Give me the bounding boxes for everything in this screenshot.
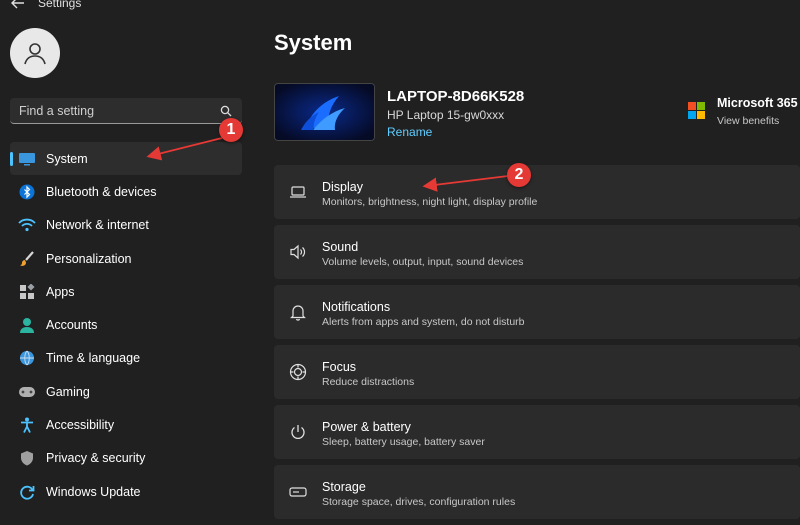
sidebar-item-label: System [46, 151, 88, 166]
power-battery-card[interactable]: Power & battery Sleep, battery usage, ba… [274, 405, 800, 459]
search-placeholder: Find a setting [19, 104, 95, 118]
card-subtitle: Monitors, brightness, night light, displ… [322, 196, 538, 208]
wifi-icon [18, 216, 36, 234]
device-model: HP Laptop 15-gw0xxx [387, 108, 505, 122]
update-icon [18, 483, 36, 501]
back-arrow-icon[interactable] [10, 0, 26, 10]
user-icon [24, 43, 46, 65]
card-subtitle: Sleep, battery usage, battery saver [322, 436, 485, 448]
power-icon [288, 422, 308, 442]
sidebar-item-apps[interactable]: Apps [10, 275, 242, 308]
sidebar-item-label: Accessibility [46, 418, 115, 433]
focus-icon [288, 362, 308, 382]
storage-icon [288, 482, 308, 502]
sidebar-item-gaming[interactable]: Gaming [10, 375, 242, 408]
sidebar-item-bluetooth[interactable]: Bluetooth & devices [10, 175, 242, 208]
notifications-card[interactable]: Notifications Alerts from apps and syste… [274, 285, 800, 339]
card-subtitle: Alerts from apps and system, do not dist… [322, 316, 525, 328]
sidebar-item-label: Bluetooth & devices [46, 184, 157, 199]
gamepad-icon [18, 383, 36, 401]
sidebar-item-label: Privacy & security [46, 451, 146, 466]
sidebar-item-accounts[interactable]: Accounts [10, 308, 242, 341]
callout-badge-1: 1 [219, 118, 243, 142]
avatar[interactable] [10, 28, 60, 78]
app-title: Settings [38, 0, 82, 10]
card-title: Display [322, 180, 363, 194]
card-subtitle: Volume levels, output, input, sound devi… [322, 256, 524, 268]
card-title: Storage [322, 480, 366, 494]
card-subtitle: Reduce distractions [322, 376, 415, 388]
sidebar-item-label: Personalization [46, 251, 132, 266]
sidebar-item-accessibility[interactable]: Accessibility [10, 408, 242, 441]
brush-icon [18, 250, 36, 268]
card-title: Focus [322, 360, 357, 374]
globe-clock-icon [18, 349, 36, 367]
apps-icon [18, 283, 36, 301]
accessibility-icon [18, 416, 36, 434]
speaker-icon [288, 242, 308, 262]
sidebar-item-network[interactable]: Network & internet [10, 209, 242, 242]
sidebar-item-label: Windows Update [46, 484, 141, 499]
laptop-icon [288, 182, 308, 202]
search-icon [220, 105, 232, 117]
page-title: System [274, 30, 353, 55]
display-card[interactable]: Display Monitors, brightness, night ligh… [274, 165, 800, 219]
microsoft-logo-icon[interactable] [688, 102, 705, 119]
sidebar-nav: System Bluetooth & devices Network & int… [10, 142, 242, 508]
focus-card[interactable]: Focus Reduce distractions [274, 345, 800, 399]
sidebar-item-label: Apps [46, 284, 75, 299]
device-name: LAPTOP-8D66K528 [387, 88, 525, 105]
sidebar-item-label: Gaming [46, 384, 90, 399]
bluetooth-icon [18, 183, 36, 201]
sidebar-item-personalization[interactable]: Personalization [10, 242, 242, 275]
sound-card[interactable]: Sound Volume levels, output, input, soun… [274, 225, 800, 279]
sidebar-item-privacy-security[interactable]: Privacy & security [10, 442, 242, 475]
selection-indicator [10, 152, 13, 166]
card-title: Power & battery [322, 420, 411, 434]
title-bar: Settings [0, 0, 800, 14]
settings-list: Display Monitors, brightness, night ligh… [274, 165, 800, 525]
device-wallpaper-thumbnail [274, 83, 375, 141]
callout-badge-2: 2 [507, 163, 531, 187]
card-title: Sound [322, 240, 359, 254]
shield-icon [18, 449, 36, 467]
sidebar-item-time-language[interactable]: Time & language [10, 342, 242, 375]
sidebar-item-windows-update[interactable]: Windows Update [10, 475, 242, 508]
card-title: Notifications [322, 300, 391, 314]
search-input[interactable]: Find a setting [10, 98, 242, 124]
rename-link[interactable]: Rename [387, 125, 432, 139]
person-icon [18, 316, 36, 334]
storage-card[interactable]: Storage Storage space, drives, configura… [274, 465, 800, 519]
sidebar-item-system[interactable]: System [10, 142, 242, 176]
sidebar-item-label: Accounts [46, 318, 98, 333]
microsoft-365-subtitle[interactable]: View benefits [717, 115, 779, 127]
card-subtitle: Storage space, drives, configuration rul… [322, 496, 516, 508]
bell-icon [288, 302, 308, 322]
sidebar-item-label: Time & language [46, 351, 141, 366]
monitor-icon [18, 150, 36, 168]
microsoft-365-title[interactable]: Microsoft 365 [717, 96, 798, 110]
sidebar-item-label: Network & internet [46, 218, 149, 233]
